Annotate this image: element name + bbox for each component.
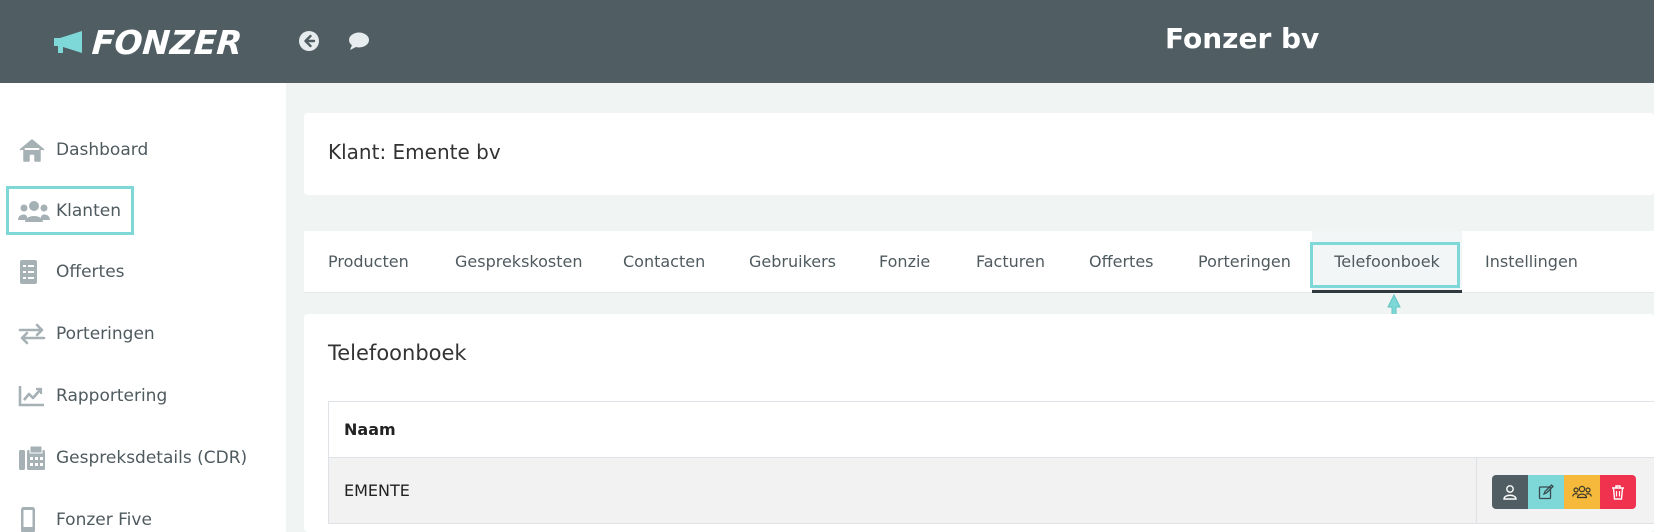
sidebar-item-label: Rapportering xyxy=(56,386,168,406)
home-icon xyxy=(18,136,50,164)
user-icon xyxy=(1503,485,1517,500)
row-actions xyxy=(1492,475,1636,509)
tab-gesprekskosten[interactable]: Gesprekskosten xyxy=(455,231,582,293)
mobile-icon xyxy=(18,506,50,532)
trash-icon xyxy=(1612,485,1624,500)
tab-instellingen[interactable]: Instellingen xyxy=(1485,231,1578,293)
logo[interactable]: FONZER xyxy=(52,22,244,62)
tab-porteringen[interactable]: Porteringen xyxy=(1198,231,1291,293)
list-icon xyxy=(18,258,50,286)
section-title: Telefoonboek xyxy=(328,341,467,365)
sidebar-item-klanten[interactable]: Klanten xyxy=(18,191,121,231)
sidebar-item-label: Klanten xyxy=(56,201,121,221)
client-card xyxy=(304,113,1654,195)
company-title: Fonzer bv xyxy=(1165,22,1320,55)
sidebar-item-dashboard[interactable]: Dashboard xyxy=(18,130,148,170)
tab-highlight xyxy=(1310,242,1460,288)
comment-icon[interactable] xyxy=(348,30,370,52)
sidebar-item-label: Dashboard xyxy=(56,140,149,160)
sidebar-item-fonzer-five[interactable]: Fonzer Five xyxy=(18,500,152,532)
tab-fonzie[interactable]: Fonzie xyxy=(879,231,930,293)
chart-icon xyxy=(18,382,50,410)
edit-icon xyxy=(1538,484,1554,500)
users-icon xyxy=(18,197,50,225)
row-name: EMENTE xyxy=(344,481,410,500)
tab-contacten[interactable]: Contacten xyxy=(623,231,705,293)
table-row[interactable]: EMENTE xyxy=(329,458,1654,523)
tab-producten[interactable]: Producten xyxy=(328,231,409,293)
tab-offertes[interactable]: Offertes xyxy=(1089,231,1154,293)
megaphone-icon xyxy=(52,29,88,55)
client-title: Klant: Emente bv xyxy=(328,140,501,164)
view-user-button[interactable] xyxy=(1492,475,1528,509)
sidebar-item-label: Porteringen xyxy=(56,324,155,344)
sidebar-item-rapportering[interactable]: Rapportering xyxy=(18,376,167,416)
fax-icon xyxy=(18,444,50,472)
sidebar-item-porteringen[interactable]: Porteringen xyxy=(18,314,155,354)
tab-gebruikers[interactable]: Gebruikers xyxy=(749,231,836,293)
top-bar: FONZER Fonzer bv xyxy=(0,0,1654,83)
back-icon[interactable] xyxy=(298,30,320,52)
delete-button[interactable] xyxy=(1600,475,1636,509)
sidebar-item-label: Offertes xyxy=(56,262,125,282)
column-divider xyxy=(1476,458,1477,523)
logo-text: FONZER xyxy=(90,22,244,62)
phonebook-table: Naam EMENTE xyxy=(328,401,1654,524)
group-icon xyxy=(1572,485,1592,499)
sidebar-item-offertes[interactable]: Offertes xyxy=(18,252,125,292)
table-header-naam[interactable]: Naam xyxy=(329,402,1654,458)
tab-facturen[interactable]: Facturen xyxy=(976,231,1045,293)
group-button[interactable] xyxy=(1564,475,1600,509)
exchange-icon xyxy=(18,320,50,348)
sidebar-item-label: Gespreksdetails (CDR) xyxy=(56,448,248,468)
sidebar-item-label: Fonzer Five xyxy=(56,510,152,530)
sidebar-item-cdr[interactable]: Gespreksdetails (CDR) xyxy=(18,438,247,478)
edit-button[interactable] xyxy=(1528,475,1564,509)
